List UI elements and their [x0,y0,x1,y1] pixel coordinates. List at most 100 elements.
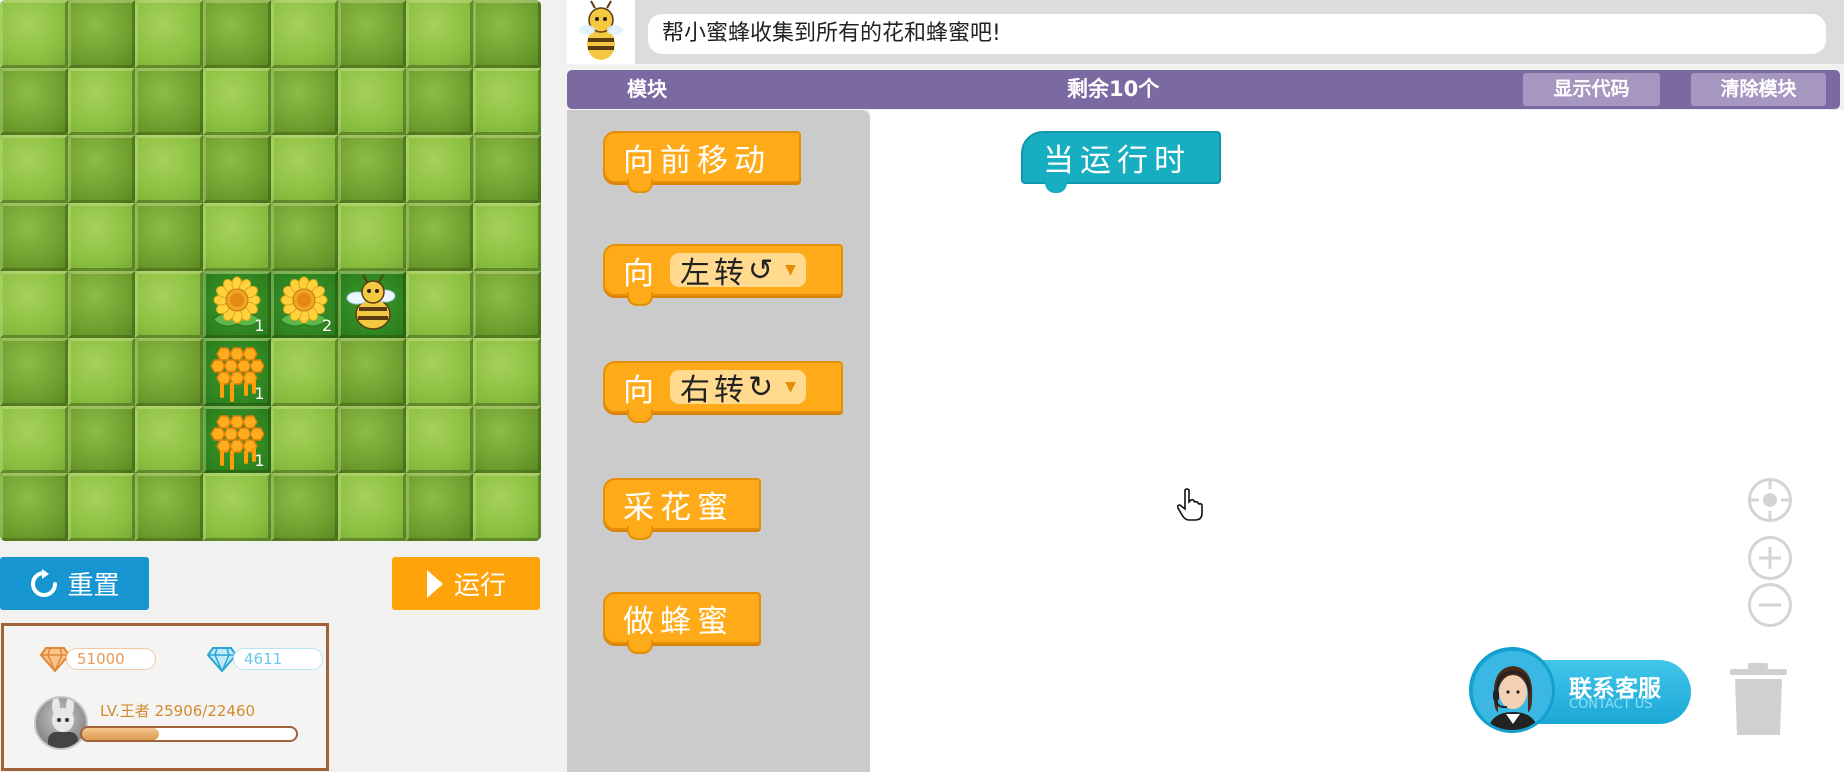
block-turn-right[interactable]: 向 右转 ↻ ▼ [603,361,843,423]
item-count: 2 [321,316,333,336]
diamond-value: 4611 [233,648,323,670]
contact-us-button[interactable]: 联系客服 CONTACT US [1469,647,1691,733]
block-make-honey[interactable]: 做蜂蜜 [603,592,761,654]
xp-progress-bar [80,726,298,742]
block-turn-left-prefix: 向 [623,255,660,292]
app-root: 1 2 1 1 重置 运行 51000 4611 LV.王者 25906/22460 … [0,0,1844,772]
dropdown-arrow-icon: ▼ [785,262,796,278]
board-tile [135,67,203,136]
item-count: 1 [254,316,265,336]
block-move-forward-label: 向前移动 [623,142,771,179]
board-tile [67,270,136,339]
turn-left-dropdown[interactable]: 左转 ↺ ▼ [670,252,806,291]
board-tile [67,67,136,136]
block-palette [567,110,870,772]
board-tile [202,202,271,271]
run-button[interactable]: 运行 [392,557,540,610]
when-run-label: 当运行时 [1043,143,1191,179]
run-label: 运行 [453,571,506,601]
rotate-right-icon: ↻ [748,369,778,405]
board-tile [338,67,406,136]
board-tile [67,338,136,406]
board-tile [405,0,474,68]
support-agent-icon [1469,647,1555,733]
board-tile: 1 [202,405,271,474]
contact-label-en: CONTACT US [1569,697,1653,712]
bee-mascot [567,0,635,64]
board-tile [270,338,339,406]
board-tile [202,135,271,203]
user-avatar[interactable] [34,696,88,750]
hand-cursor-icon [1176,488,1203,521]
turn-right-dropdown[interactable]: 右转 ↻ ▼ [670,369,806,408]
zoom-out-button[interactable] [1748,583,1792,627]
board-tile [405,270,474,339]
board-tile [67,202,136,271]
code-workspace[interactable] [870,110,1844,772]
play-icon [426,569,443,598]
board-tile [405,135,474,203]
block-move-forward[interactable]: 向前移动 [603,131,801,193]
board-tile [135,135,203,203]
remaining-blocks-counter: 剩余10个 [1067,77,1160,101]
board-tile [405,338,474,406]
board-tile [67,0,136,68]
turn-right-value: 右转 [680,373,748,408]
board-tile [135,473,203,541]
item-count: 1 [254,383,265,403]
board-tile [0,0,68,68]
board-tile [202,0,271,68]
board-tile [405,473,474,541]
game-board: 1 2 1 1 [0,0,541,541]
board-tile [270,67,339,136]
board-tile [405,405,474,474]
gold-counter: 51000 [40,646,156,672]
clear-blocks-button[interactable]: 清除模块 [1691,73,1826,106]
block-turn-right-prefix: 向 [623,372,660,409]
board-tile [0,473,68,541]
board-tile [67,405,136,474]
reset-label: 重置 [67,571,120,601]
board-tile: 2 [270,270,339,339]
level-text: LV.王者 25906/22460 [100,702,256,720]
reset-icon [31,568,58,597]
dropdown-arrow-icon: ▼ [785,379,796,395]
board-tile [473,135,541,203]
show-code-button[interactable]: 显示代码 [1523,73,1660,106]
board-tile [338,338,406,406]
blocks-title: 模块 [627,77,667,101]
block-collect-nectar[interactable]: 采花蜜 [603,478,761,540]
crosshair-icon [1751,481,1789,519]
bee-mascot-icon [579,0,623,60]
zoom-in-button[interactable] [1748,536,1792,580]
board-tile [270,405,339,474]
trash-can[interactable] [1730,663,1787,736]
task-prompt: 帮小蜜蜂收集到所有的花和蜂蜜吧! [648,14,1826,54]
board-tile [338,270,406,339]
block-turn-left[interactable]: 向 左转 ↺ ▼ [603,244,843,306]
gold-value: 51000 [66,648,156,670]
board-tile: 1 [202,338,271,406]
when-run-hat-block[interactable]: 当运行时 [1021,131,1221,193]
reset-button[interactable]: 重置 [0,557,149,610]
board-tile [0,67,68,136]
board-tile [473,338,541,406]
board-tile [405,67,474,136]
board-tile [338,135,406,203]
board-tile [270,0,339,68]
board-tile [338,405,406,474]
item-count: 1 [254,451,265,471]
xp-progress-fill [82,728,160,740]
rotate-left-icon: ↺ [748,252,778,288]
block-collect-nectar-label: 采花蜜 [623,489,734,526]
turn-left-value: 左转 [680,256,748,291]
board-tile [67,135,136,203]
plus-icon [1759,547,1781,569]
board-tile [473,473,541,541]
diamond-counter: 4611 [207,646,323,672]
recenter-button[interactable] [1748,478,1792,522]
user-panel: 51000 4611 LV.王者 25906/22460 [1,623,329,771]
board-tile [0,135,68,203]
board-tile [338,202,406,271]
board-tile [0,270,68,339]
